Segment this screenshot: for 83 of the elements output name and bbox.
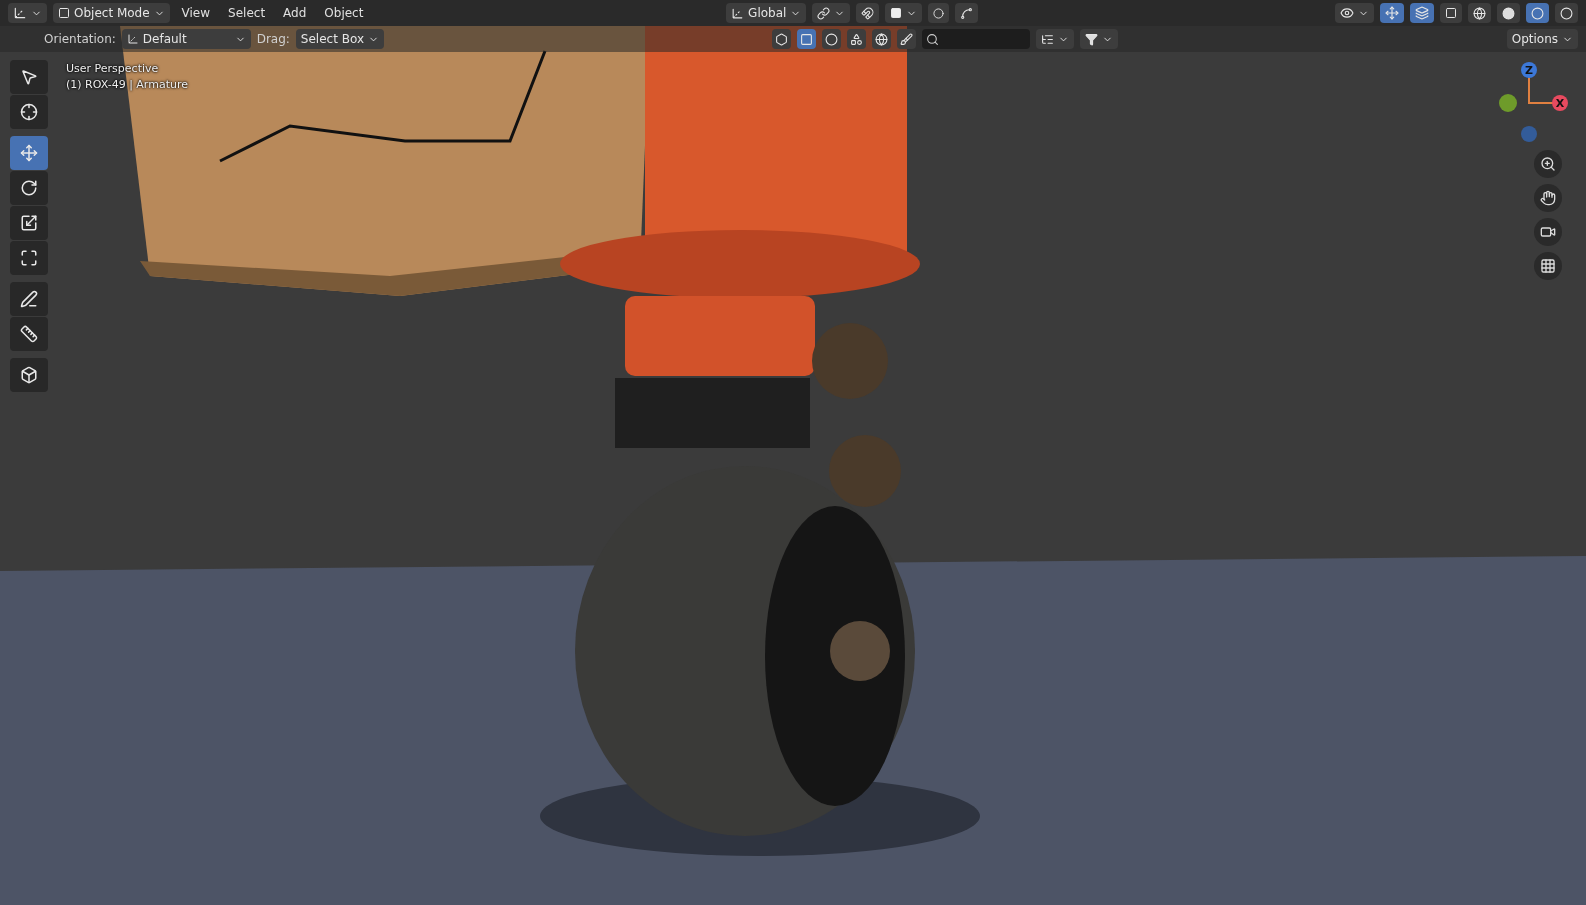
menu-item[interactable]: View [175, 6, 217, 20]
ruler-icon [20, 325, 38, 343]
orientation-dropdown[interactable]: Global [726, 3, 807, 23]
crosshair-icon [20, 103, 38, 121]
globe-icon [1473, 6, 1486, 20]
grid-icon [1540, 258, 1556, 274]
square-icon [58, 7, 70, 19]
editor-type-button[interactable] [8, 3, 47, 23]
orientation-label: Orientation: [44, 32, 116, 46]
tool-button[interactable] [10, 95, 48, 129]
menu-item[interactable]: Object [318, 6, 370, 20]
zoom-icon [1540, 156, 1556, 172]
shading-button[interactable] [1497, 3, 1520, 23]
camera-icon [1540, 224, 1556, 240]
filter-toggle[interactable] [797, 29, 817, 49]
xray-toggle[interactable] [1440, 3, 1462, 23]
pencil-icon [20, 290, 38, 308]
options-dropdown[interactable]: Options [1506, 29, 1578, 49]
tool-button[interactable] [10, 60, 48, 94]
axes-icon [13, 6, 27, 20]
search-field[interactable] [922, 29, 1031, 49]
filter-toggle[interactable] [847, 29, 867, 49]
orientation-setting-dropdown[interactable]: Default [121, 29, 251, 49]
tool-button[interactable] [10, 241, 48, 275]
falloff-button[interactable] [955, 3, 979, 23]
menu-item[interactable]: Select [222, 6, 272, 20]
tool-button[interactable] [10, 282, 48, 316]
sphere-icon [1502, 6, 1515, 20]
eye-icon [1340, 6, 1354, 20]
square-icon [800, 32, 814, 46]
drag-label: Drag: [256, 32, 290, 46]
square-icon [890, 7, 903, 19]
filter-toggle[interactable] [772, 29, 792, 49]
shading-button[interactable] [1555, 3, 1578, 23]
hierarchy-button[interactable] [1036, 29, 1075, 49]
tool-button[interactable] [10, 358, 48, 392]
rotate-icon [20, 179, 38, 197]
tool-button[interactable] [10, 171, 48, 205]
axes-icon [126, 33, 139, 45]
axis-gizmo[interactable]: Z X [1498, 60, 1570, 144]
curve-icon [960, 6, 974, 20]
sphere-icon [825, 32, 839, 46]
square-icon [1445, 7, 1457, 19]
axes-icon [731, 6, 745, 20]
transform-icon [20, 249, 38, 267]
sphere-icon [1531, 6, 1544, 20]
sphere-icon [1560, 6, 1573, 20]
link-icon [817, 6, 831, 20]
overlay-toggle[interactable] [1410, 3, 1434, 23]
pointer-icon [20, 68, 38, 86]
proportional-edit-toggle[interactable] [928, 3, 950, 23]
tool-button[interactable] [10, 206, 48, 240]
snap-target-button[interactable] [885, 3, 923, 23]
snap-toggle[interactable] [856, 3, 880, 23]
brush-icon [900, 32, 914, 46]
shading-button[interactable] [1468, 3, 1491, 23]
filter-toggle[interactable] [872, 29, 892, 49]
drag-dropdown[interactable]: Select Box [295, 29, 384, 49]
circle-icon [933, 7, 945, 19]
tree-list-icon [1041, 32, 1055, 46]
move-arrows-icon [1385, 6, 1399, 20]
filter-button[interactable] [1080, 29, 1119, 49]
filter-toggle[interactable] [897, 29, 917, 49]
filter-toggle[interactable] [822, 29, 842, 49]
hand-icon [1540, 190, 1556, 206]
globe-icon [875, 32, 889, 46]
gizmo-toggle[interactable] [1380, 3, 1404, 23]
menu-item[interactable]: Add [277, 6, 313, 20]
hexagon-icon [775, 32, 789, 46]
viewport-info-text: (1) ROX-49 | Armature [66, 78, 188, 91]
scale-icon [20, 214, 38, 232]
visibility-button[interactable] [1335, 3, 1374, 23]
layers-icon [1415, 6, 1429, 20]
cube-icon [20, 366, 38, 384]
pivot-button[interactable] [812, 3, 851, 23]
shapes-icon [850, 32, 864, 46]
search-icon [926, 32, 940, 46]
filter-icon [1085, 32, 1099, 46]
mode-dropdown[interactable]: Object Mode [53, 3, 170, 23]
move-arrows-icon [20, 144, 38, 162]
shading-button[interactable] [1526, 3, 1549, 23]
magnet-icon [861, 6, 875, 20]
tool-button[interactable] [10, 317, 48, 351]
